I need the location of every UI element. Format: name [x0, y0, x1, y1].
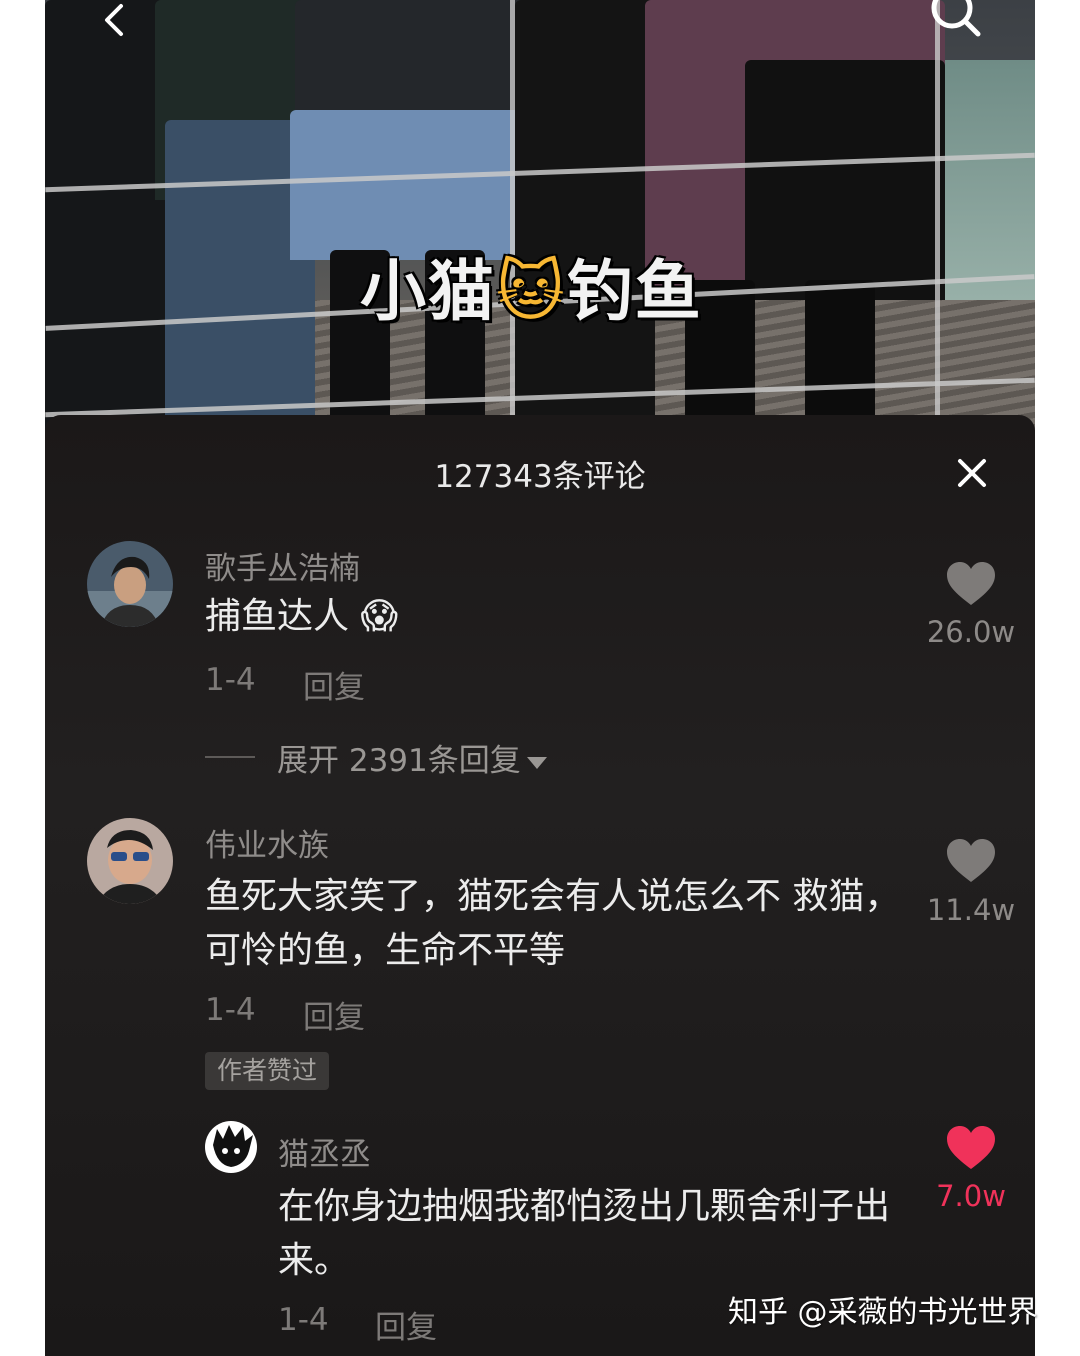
avatar[interactable] — [87, 541, 173, 627]
author-liked-badge: 作者赞过 — [205, 1052, 330, 1090]
avatar[interactable] — [87, 818, 173, 904]
zhihu-watermark: 知乎 @采薇的书光世界 — [728, 1295, 1038, 1330]
cat-emoji-icon: 🐱 — [496, 253, 567, 330]
comment-date: 1-4 — [205, 992, 256, 1028]
avatar[interactable] — [205, 1121, 257, 1173]
close-icon[interactable] — [952, 453, 992, 493]
chevron-down-icon — [526, 756, 547, 769]
comment-username[interactable]: 伟业水族 — [205, 820, 329, 865]
like-count: 7.0w — [936, 1179, 1006, 1213]
comment-date: 1-4 — [205, 662, 256, 698]
comment-username[interactable]: 歌手丛浩楠 — [205, 543, 360, 588]
reply-button[interactable]: 回复 — [303, 992, 365, 1037]
comments-panel: 127343条评论 歌手丛浩楠 捕鱼达人 😱 1-4 回复 26.0w 展开 2… — [45, 415, 1035, 1356]
reply-button[interactable]: 回复 — [303, 662, 365, 707]
comment-date: 1-4 — [278, 1302, 329, 1338]
comment-text: 鱼死大家笑了，猫死会有人说怎么不 救猫，可怜的鱼，生命不平等 — [205, 876, 901, 971]
phone-screen: 小猫🐱钓鱼 127343条评论 歌手丛浩楠 捕鱼达人 😱 1-4 回复 26.0… — [45, 0, 1035, 1356]
back-icon[interactable] — [95, 2, 135, 42]
comment-username[interactable]: 猫丞丞 — [278, 1129, 371, 1174]
like-count: 11.4w — [926, 893, 1016, 927]
heart-icon[interactable] — [945, 838, 997, 884]
reply-button[interactable]: 回复 — [375, 1302, 437, 1347]
video-caption: 小猫🐱钓鱼 — [360, 238, 703, 334]
expand-divider — [205, 756, 255, 758]
heart-filled-icon[interactable] — [945, 1125, 997, 1171]
comment-text: 在你身边抽烟我都怕烫出几颗舍利子出来。 — [278, 1186, 891, 1281]
video-player[interactable]: 小猫🐱钓鱼 — [45, 0, 1035, 430]
expand-replies-label: 展开 2391条回复 — [277, 743, 521, 779]
expand-replies-button[interactable]: 展开 2391条回复 — [277, 735, 547, 780]
search-icon[interactable] — [930, 0, 984, 40]
comment-text: 捕鱼达人 😱 — [205, 596, 398, 637]
caption-right: 钓鱼 — [566, 253, 703, 330]
heart-icon[interactable] — [945, 561, 997, 607]
like-count: 26.0w — [926, 615, 1016, 649]
caption-left: 小猫 — [360, 253, 496, 330]
comments-count-title: 127343条评论 — [434, 459, 646, 495]
